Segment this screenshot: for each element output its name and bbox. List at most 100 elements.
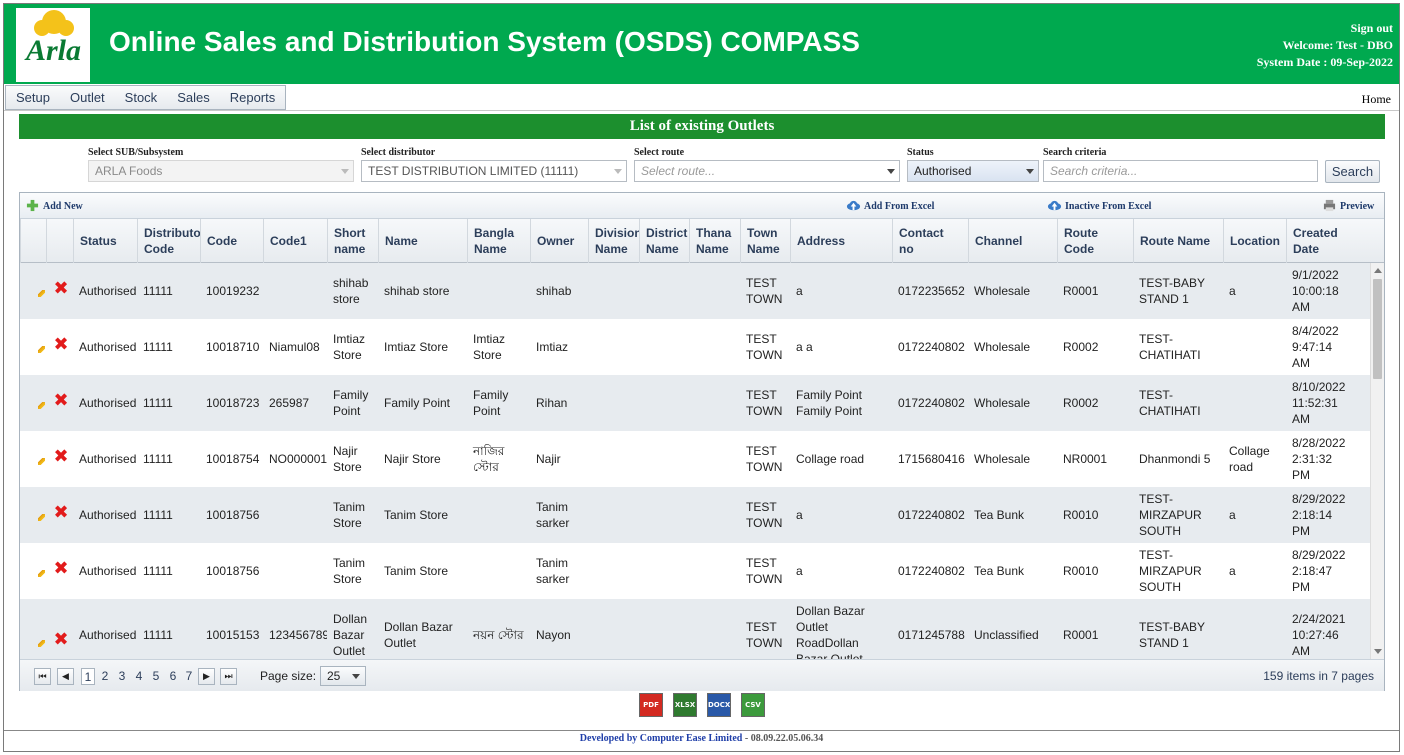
- header-short-name[interactable]: Short name: [327, 219, 378, 263]
- header-label: Name: [696, 242, 729, 256]
- distributor-select[interactable]: TEST DISTRIBUTION LIMITED (11111): [361, 160, 627, 182]
- table-row[interactable]: ✖ Authorised 11111 10019232 shihab store shih…: [20, 263, 1370, 319]
- cell-text: Authorised: [79, 628, 137, 642]
- export-word-icon[interactable]: DOCX: [707, 693, 731, 717]
- add-from-excel-button[interactable]: Add From Excel: [846, 199, 934, 212]
- cell-text: 11111: [143, 340, 173, 354]
- header-route-name[interactable]: Route Name: [1133, 219, 1223, 263]
- cell-created-date: 2/24/2021 10:27:46 AM: [1286, 599, 1370, 659]
- page-number-6[interactable]: 6: [166, 668, 180, 685]
- header-location[interactable]: Location: [1223, 219, 1286, 263]
- sign-out-link[interactable]: Sign out: [1257, 20, 1393, 37]
- cell-text: Rihan: [536, 396, 568, 410]
- cell-text: R0010: [1063, 564, 1099, 578]
- next-page-button[interactable]: ▶: [198, 668, 215, 685]
- status-select[interactable]: Authorised: [907, 160, 1039, 182]
- arla-logo: Arla: [16, 8, 90, 82]
- header-distributor-code[interactable]: Distributor Code: [137, 219, 200, 263]
- menu-item-stock[interactable]: Stock: [115, 86, 168, 109]
- export-pdf-icon[interactable]: PDF: [639, 693, 663, 717]
- edit-pencil-icon[interactable]: [38, 514, 45, 521]
- cell-owner: Tanim sarker: [530, 487, 588, 543]
- header-status[interactable]: Status: [73, 219, 137, 263]
- edit-pencil-icon[interactable]: [38, 290, 45, 297]
- cell-text: R0001: [1063, 628, 1099, 642]
- header-code1[interactable]: Code1: [263, 219, 327, 263]
- header-address[interactable]: Address: [790, 219, 892, 263]
- table-row[interactable]: ✖ Authorised 11111 10018756 Tanim Store Tanim…: [20, 487, 1370, 543]
- route-select[interactable]: Select route...: [634, 160, 900, 182]
- table-row[interactable]: ✖ Authorised 11111 10018723 265987 Family Poi…: [20, 375, 1370, 431]
- edit-pencil-icon[interactable]: [38, 640, 45, 647]
- page-number-1[interactable]: 1: [81, 668, 95, 685]
- page-number-4[interactable]: 4: [132, 668, 146, 685]
- preview-button[interactable]: Preview: [1322, 199, 1374, 212]
- search-input[interactable]: Search criteria...: [1043, 160, 1318, 182]
- cell-division-name: [588, 543, 639, 599]
- cell-text: Tanim Store: [384, 508, 449, 522]
- cell-town-name: TEST TOWN: [740, 319, 790, 375]
- cell-route-code: R0010: [1057, 543, 1133, 599]
- header-owner[interactable]: Owner: [530, 219, 588, 263]
- cell-district-name: [639, 487, 689, 543]
- header-district-name[interactable]: District Name: [639, 219, 689, 263]
- header-channel[interactable]: Channel: [968, 219, 1057, 263]
- table-row[interactable]: ✖ Authorised 11111 10018754 NO000001 Najir St…: [20, 431, 1370, 487]
- header-contact-no[interactable]: Contact no: [892, 219, 968, 263]
- scroll-down-icon[interactable]: [1374, 649, 1382, 654]
- header-thana-name[interactable]: Thana Name: [689, 219, 740, 263]
- menu-item-setup[interactable]: Setup: [6, 86, 60, 109]
- header-route-code[interactable]: Route Code: [1057, 219, 1133, 263]
- page-number-7[interactable]: 7: [182, 668, 196, 685]
- header-name[interactable]: Name: [378, 219, 467, 263]
- cell-location: a: [1223, 263, 1286, 319]
- header-created-date[interactable]: Created Date: [1286, 219, 1370, 263]
- cell-text: Tanim Store: [333, 556, 366, 586]
- page-number-5[interactable]: 5: [149, 668, 163, 685]
- cell-text: TEST- MIRZAPUR SOUTH: [1139, 548, 1202, 594]
- edit-pencil-icon[interactable]: [38, 402, 45, 409]
- cell-contact-no: 0172240802: [892, 319, 968, 375]
- edit-pencil-icon[interactable]: [38, 458, 45, 465]
- header-bangla-name[interactable]: Bangla Name: [467, 219, 530, 263]
- page-number-3[interactable]: 3: [115, 668, 129, 685]
- first-page-button[interactable]: ⏮: [34, 668, 51, 685]
- inactive-from-excel-button[interactable]: Inactive From Excel: [1047, 199, 1151, 212]
- scroll-up-icon[interactable]: [1374, 268, 1382, 273]
- vertical-scrollbar[interactable]: [1370, 263, 1384, 659]
- export-excel-icon[interactable]: XLSX: [673, 693, 697, 717]
- delete-icon[interactable]: ✖: [53, 336, 69, 354]
- last-page-button[interactable]: ⏭: [220, 668, 237, 685]
- add-new-button[interactable]: Add New: [25, 199, 83, 212]
- header-division-name[interactable]: Division Name: [588, 219, 639, 263]
- menu-item-outlet[interactable]: Outlet: [60, 86, 115, 109]
- delete-icon[interactable]: ✖: [53, 631, 69, 649]
- table-row[interactable]: ✖ Authorised 11111 10015153 123456789 Dollan …: [20, 599, 1370, 659]
- cell-text: 0172240802: [898, 564, 965, 578]
- cell-text: Family Point: [384, 396, 451, 410]
- table-row[interactable]: ✖ Authorised 11111 10018756 Tanim Store Tanim…: [20, 543, 1370, 599]
- delete-icon[interactable]: ✖: [53, 392, 69, 410]
- delete-icon[interactable]: ✖: [53, 560, 69, 578]
- delete-icon[interactable]: ✖: [53, 504, 69, 522]
- search-button[interactable]: Search: [1325, 160, 1380, 183]
- scroll-thumb[interactable]: [1373, 279, 1382, 379]
- page-number-2[interactable]: 2: [98, 668, 112, 685]
- edit-pencil-icon[interactable]: [38, 570, 45, 577]
- menu-item-reports[interactable]: Reports: [220, 86, 286, 109]
- delete-icon[interactable]: ✖: [53, 280, 69, 298]
- prev-page-button[interactable]: ◀: [57, 668, 74, 685]
- delete-icon[interactable]: ✖: [53, 448, 69, 466]
- sub-select[interactable]: ARLA Foods: [88, 160, 354, 182]
- home-link[interactable]: Home: [1362, 92, 1391, 107]
- export-csv-icon[interactable]: CSV: [741, 693, 765, 717]
- logo-text: Arla: [26, 34, 82, 67]
- table-row[interactable]: ✖ Authorised 11111 10018710 Niamul08 Imtiaz S…: [20, 319, 1370, 375]
- menu-item-sales[interactable]: Sales: [167, 86, 220, 109]
- cell-distributor-code: 11111: [137, 543, 200, 599]
- header-code[interactable]: Code: [200, 219, 263, 263]
- edit-pencil-icon[interactable]: [38, 346, 45, 353]
- page-size-select[interactable]: 25: [320, 666, 366, 686]
- header-town-name[interactable]: Town Name: [740, 219, 790, 263]
- cell-town-name: TEST TOWN: [740, 431, 790, 487]
